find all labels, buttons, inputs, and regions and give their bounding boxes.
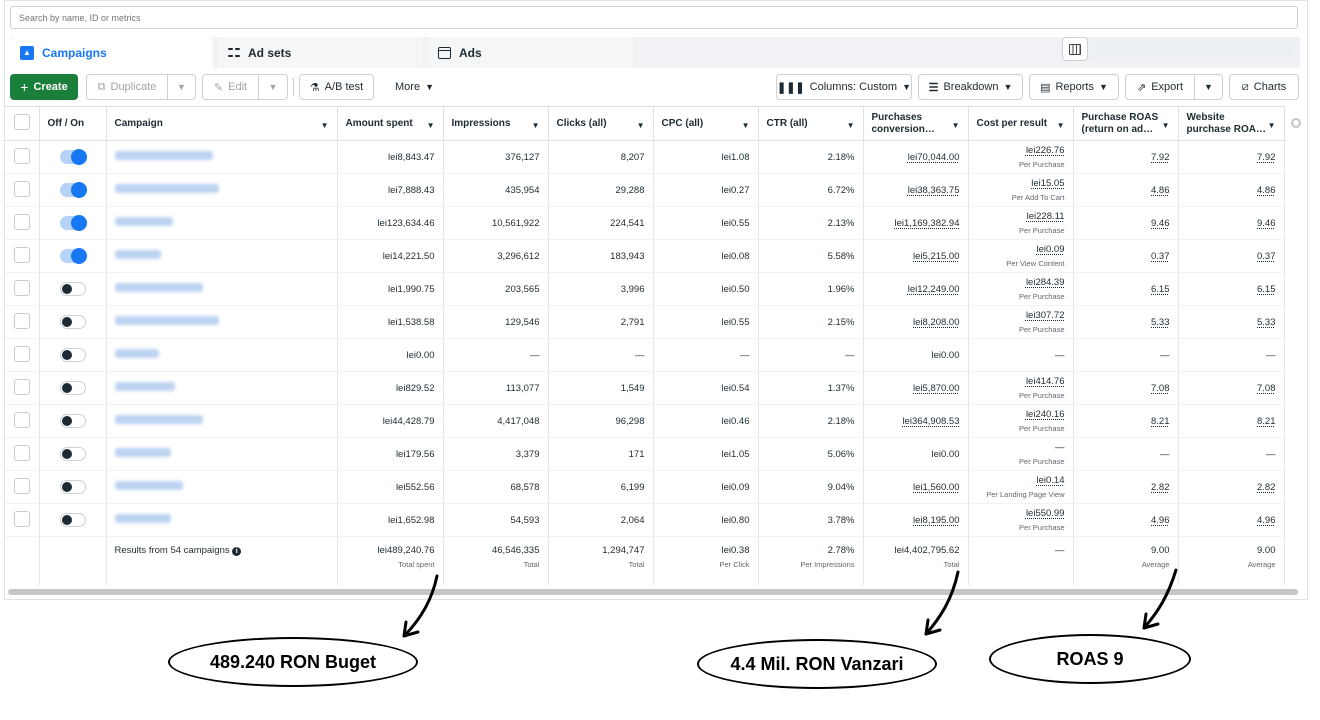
annotation-text: 4.4 Mil. RON Vanzari bbox=[730, 653, 904, 674]
arrow-roas bbox=[1142, 568, 1178, 630]
annotation-text: 489.240 RON Buget bbox=[209, 651, 377, 672]
arrow-sales bbox=[924, 570, 960, 636]
arrow-budget bbox=[402, 574, 439, 638]
annotation-budget: 489.240 RON Buget bbox=[168, 637, 418, 687]
annotation-arrows bbox=[402, 568, 1178, 638]
annotation-sales: 4.4 Mil. RON Vanzari bbox=[697, 639, 937, 689]
annotation-roas: ROAS 9 bbox=[989, 634, 1191, 684]
annotation-text: ROAS 9 bbox=[1056, 648, 1124, 669]
